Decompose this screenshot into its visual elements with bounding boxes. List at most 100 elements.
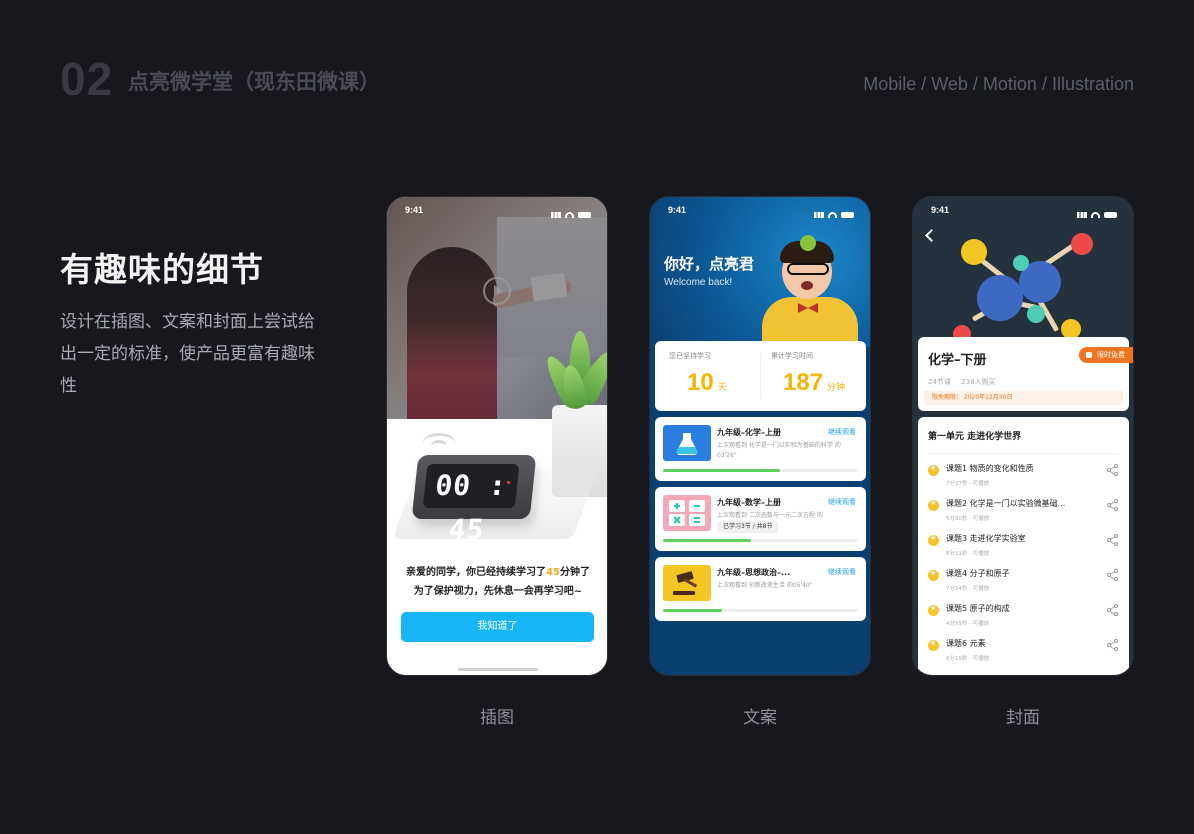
greeting: 你好，点亮君 — [664, 255, 755, 273]
star-icon — [928, 464, 939, 476]
gavel-icon — [663, 565, 711, 601]
course-title: 九年级–化学–上册 — [717, 428, 781, 437]
status-time: 9:41 — [405, 205, 424, 215]
course-last-watched: 上次观看到 化学是一门以实验为基础的科学 的03'26" — [717, 442, 841, 459]
caption-cover: 封面 — [1006, 708, 1040, 728]
course-last-watched: 上次观看到 二次函数与一元二次方程 的 — [717, 512, 823, 519]
lesson-row[interactable]: 课题6 元素 6分19秒 · 可播放 — [928, 638, 1119, 668]
lesson-meta: 7分14秒 · 可播放 — [946, 586, 990, 592]
lesson-title: 课题3 走进化学实验室 — [946, 534, 1026, 543]
section-title: 有趣味的细节 — [60, 250, 264, 289]
lesson-meta: 8分11秒 · 可播放 — [946, 551, 990, 557]
free-period: 限免期限： 2020年12月30日 — [924, 391, 1123, 405]
project-tags: Mobile / Web / Motion / Illustration — [863, 74, 1134, 94]
continue-link[interactable]: 继续观看 — [828, 497, 856, 507]
course-info-card: 化学–下册 限时免费 24节课 238人购买 限免期限： 2020年12月30日 — [918, 337, 1133, 411]
continue-link[interactable]: 继续观看 — [828, 427, 856, 437]
phone-copywriting: 你好，点亮君 Welcome back! 9:41 您已坚持学习 10 天 累计学… — [649, 196, 871, 676]
stat-time-value: 187 分钟 — [783, 369, 846, 396]
lesson-title: 课题4 分子和原子 — [946, 569, 1010, 578]
lesson-meta: 5分30秒 · 可播放 — [946, 516, 990, 522]
star-icon — [928, 499, 939, 511]
lesson-title: 课题2 化学是一门以实验微基础... — [946, 499, 1066, 508]
star-icon — [928, 639, 939, 651]
signal-icon — [551, 212, 561, 218]
status-bar: 9:41 — [913, 197, 1133, 225]
star-icon — [928, 569, 939, 581]
course-card[interactable]: 九年级–数学–上册 继续观看 上次观看到 二次函数与一元二次方程 的 已学习3节… — [655, 487, 866, 551]
flask-icon — [663, 425, 711, 461]
unit-title: 第一单元 走进化学世界 — [928, 432, 1022, 442]
stat-days-label: 您已坚持学习 — [669, 352, 711, 360]
battery-icon — [578, 212, 591, 218]
share-icon[interactable] — [1107, 604, 1119, 616]
plant-illustration — [539, 325, 607, 421]
course-card[interactable]: 九年级–化学–上册 继续观看 上次观看到 化学是一门以实验为基础的科学 的03'… — [655, 417, 866, 481]
course-title: 九年级–思想政治–... — [717, 568, 791, 577]
share-icon[interactable] — [1107, 464, 1119, 476]
share-icon[interactable] — [1107, 639, 1119, 651]
got-it-button[interactable]: 我知道了 — [401, 612, 594, 642]
course-last-watched: 上次观看到 创新改变生活 的05'40" — [717, 582, 813, 589]
battery-icon — [841, 212, 854, 218]
continue-link[interactable]: 继续观看 — [828, 567, 856, 577]
lesson-row[interactable]: 课题1 物质的变化和性质 7分27秒 · 可播放 — [928, 463, 1119, 493]
share-icon[interactable] — [1107, 534, 1119, 546]
lesson-title: 课题5 原子的构成 — [946, 604, 1010, 613]
lesson-count-tooltip: 已学习3节 / 共8节 — [717, 521, 779, 533]
lesson-row[interactable]: 课题5 原子的构成 4分55秒 · 可播放 — [928, 603, 1119, 633]
apple-icon — [800, 235, 816, 251]
lesson-row[interactable]: 课题4 分子和原子 7分14秒 · 可播放 — [928, 568, 1119, 598]
project-title: 点亮微学堂（现东田微课） — [128, 70, 380, 94]
buyers-count: 238人购买 — [961, 378, 996, 386]
alarm-clock-illustration: 00 : 45 — [411, 455, 537, 546]
status-time: 9:41 — [931, 205, 950, 215]
ring-waves-icon — [423, 433, 455, 453]
share-icon[interactable] — [1107, 569, 1119, 581]
gift-icon — [1086, 352, 1092, 358]
star-icon — [928, 534, 939, 546]
caption-copywriting: 文案 — [743, 708, 777, 728]
course-title: 化学–下册 — [928, 353, 987, 368]
status-bar: 9:41 — [387, 197, 607, 225]
section-description: 设计在插图、文案和封面上尝试给出一定的标准，使产品更富有趣味性 — [60, 312, 315, 396]
lessons-count: 24节课 — [928, 378, 951, 386]
lesson-row[interactable]: 课题2 化学是一门以实验微基础... 5分30秒 · 可播放 — [928, 498, 1119, 528]
rest-message: 亲爱的同学，你已经持续学习了45分钟了 为了保护视力，先休息一会再学习吧~ — [406, 567, 590, 597]
home-indicator — [458, 668, 538, 671]
signal-icon — [814, 212, 824, 218]
lesson-meta: 4分55秒 · 可播放 — [946, 621, 990, 627]
lesson-title: 课题1 物质的变化和性质 — [946, 464, 1034, 473]
course-progress — [663, 469, 858, 472]
phone-cover: 9:41 化学–下册 限时免费 24节课 238人购买 限免期限： 2020年1… — [912, 196, 1134, 676]
section-number: 02 — [60, 53, 114, 105]
battery-icon — [1104, 212, 1117, 218]
study-stats-card: 您已坚持学习 10 天 累计学习时间 187 分钟 — [655, 341, 866, 411]
course-card[interactable]: 九年级–思想政治–... 继续观看 上次观看到 创新改变生活 的05'40" — [655, 557, 866, 621]
stat-time-label: 累计学习时间 — [771, 352, 813, 360]
phone-illustration: 9:41 00 : 45 亲爱的同学，你已经持续学习了45分钟了 为了保护视力，… — [386, 196, 608, 676]
greeting-en: Welcome back! — [664, 277, 733, 288]
course-progress — [663, 609, 858, 612]
free-badge: 限时免费 — [1079, 347, 1133, 363]
math-icon — [663, 495, 711, 531]
stat-days-value: 10 天 — [687, 369, 727, 396]
status-time: 9:41 — [668, 205, 687, 215]
clock-display: 00 : 45 — [422, 464, 520, 546]
lesson-list: 第一单元 走进化学世界 课题1 物质的变化和性质 7分27秒 · 可播放课题2 化… — [918, 417, 1129, 675]
wifi-icon — [828, 212, 837, 218]
status-bar: 9:41 — [650, 197, 870, 225]
star-icon — [928, 604, 939, 616]
course-progress — [663, 539, 858, 542]
lesson-meta: 7分27秒 · 可播放 — [946, 481, 990, 487]
course-meta: 24节课 238人购买 — [928, 377, 1004, 387]
lesson-meta: 6分19秒 · 可播放 — [946, 656, 990, 662]
wifi-icon — [1091, 212, 1100, 218]
share-icon[interactable] — [1107, 499, 1119, 511]
signal-icon — [1077, 212, 1087, 218]
lesson-row[interactable]: 课题3 走进化学实验室 8分11秒 · 可播放 — [928, 533, 1119, 563]
course-title: 九年级–数学–上册 — [717, 498, 781, 507]
wifi-icon — [565, 212, 574, 218]
caption-illustration: 插图 — [480, 708, 514, 728]
lesson-title: 课题6 元素 — [946, 639, 986, 648]
